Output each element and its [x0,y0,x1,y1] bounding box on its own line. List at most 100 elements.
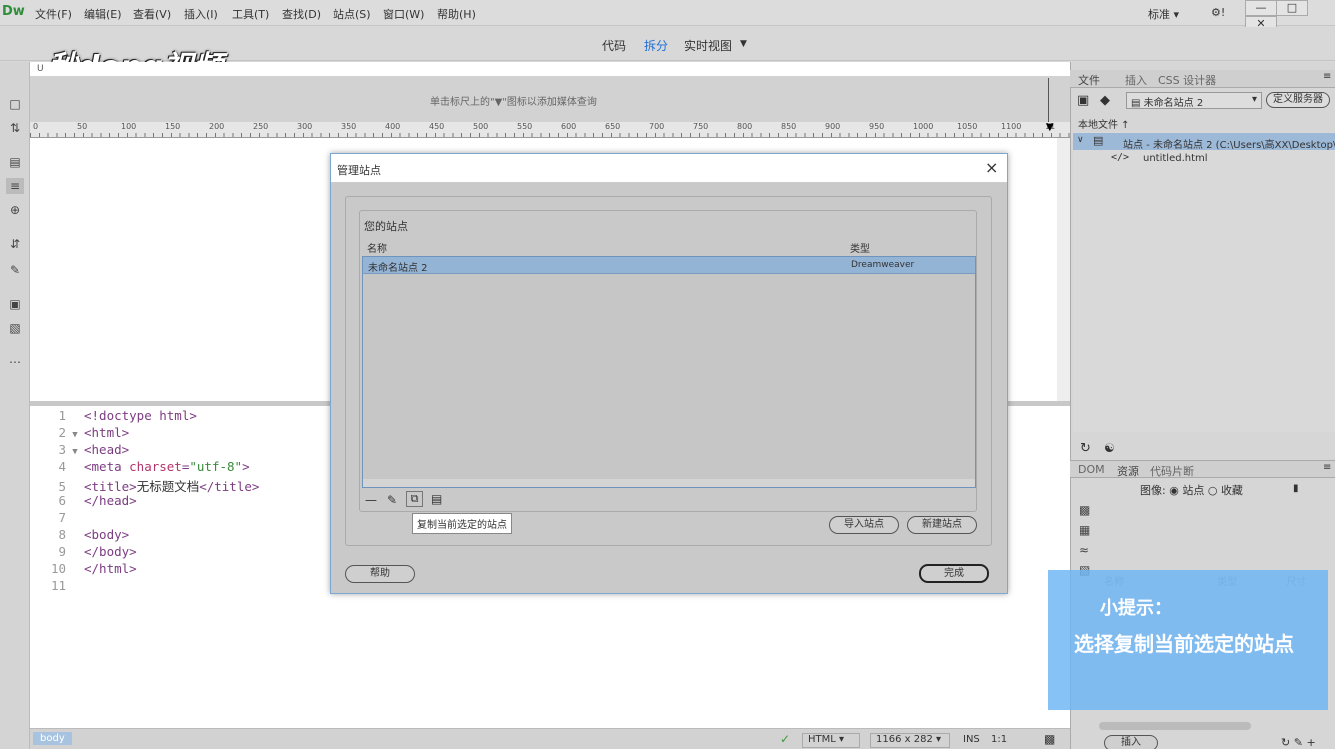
radio-favorites[interactable]: ○ [1208,484,1218,497]
code-line[interactable]: 1 <!doctype html> [30,408,196,425]
window-size-select[interactable]: 1166 x 282 ▾ [870,733,950,748]
tab-insert[interactable]: 插入 [1125,72,1147,88]
help-button[interactable]: 帮助 [345,565,415,583]
tree-row-file[interactable]: </> untitled.html [1073,151,1335,167]
code-line[interactable]: 4 <meta charset="utf-8"> [30,459,249,476]
fold-toggle-icon[interactable]: ▼ [66,430,84,440]
sites-col-name[interactable]: 名称 [367,240,387,255]
color-assets-icon[interactable]: ▦ [1079,520,1090,540]
assets-menu-icon[interactable]: ≡ [1323,462,1331,473]
menu-window[interactable]: 窗口(W) [383,6,424,22]
media-query-marker-icon[interactable]: ▼ [1046,122,1054,133]
new-document-icon[interactable]: □ [6,96,24,112]
settings-icon[interactable]: ⚙! [1211,6,1225,19]
tab-files[interactable]: 文件 [1078,72,1100,88]
menu-tools[interactable]: 工具(T) [232,6,269,22]
image-label: 图像: [1140,484,1166,497]
link-assets-icon[interactable]: ≈ [1079,540,1090,560]
menu-find[interactable]: 查找(D) [282,6,321,22]
refresh-icon[interactable]: ↻ [1080,441,1091,456]
globe-icon[interactable]: ☯ [1104,441,1115,455]
import-site-button[interactable]: 导入站点 [829,516,899,534]
radio-site[interactable]: ◉ [1169,484,1179,497]
live-view-dropdown-icon[interactable]: ▼ [740,39,747,49]
code-line[interactable]: 6 </head> [30,493,136,510]
brush-icon[interactable]: ✎ [6,262,24,278]
menu-file[interactable]: 文件(F) [35,6,72,22]
define-server-button[interactable]: 定义服务器 [1266,92,1330,108]
code-line[interactable]: 9 </body> [30,544,137,561]
asset-edit-icon[interactable]: ✎ [1294,736,1303,749]
format-code-icon[interactable]: ≡ [6,178,24,194]
media-query-bar[interactable]: 单击标尺上的"▼"图标以添加媒体查询 [30,76,1070,122]
done-button[interactable]: 完成 [919,564,989,583]
git-icon[interactable]: ◆ [1100,93,1110,108]
tab-snippets[interactable]: 代码片断 [1150,463,1194,479]
sort-icon[interactable]: ⇅ [6,120,24,136]
tree-expand-icon[interactable]: ∨ [1077,135,1084,145]
menu-site[interactable]: 站点(S) [333,6,371,22]
duplicate-site-icon[interactable]: ⧉ [406,491,423,507]
asset-add-icon[interactable]: + [1306,736,1315,749]
sites-list-scrollbar[interactable] [363,479,975,487]
assets-scrollbar[interactable] [1099,722,1251,730]
tab-assets[interactable]: 资源 [1117,463,1139,479]
tab-dom[interactable]: DOM [1078,463,1105,476]
line-number: 8 [58,527,66,542]
tree-row-site-root[interactable]: ∨ ▤ 站点 - 未命名站点 2 (C:\Users\高XX\Desktop\.… [1073,133,1335,151]
tag-selector-body[interactable]: body [33,732,72,745]
maximize-icon[interactable]: □ [1276,0,1308,16]
tab-css-designer[interactable]: CSS 设计器 [1158,72,1216,88]
valid-check-icon[interactable]: ✓ [780,732,790,746]
fold-toggle-icon[interactable]: ▼ [66,447,84,457]
live-view-button[interactable]: 实时视图 [684,37,732,54]
code-line[interactable]: 10 </html> [30,561,137,578]
insert-asset-button[interactable]: 插入 [1104,735,1158,749]
sites-col-type[interactable]: 类型 [850,240,870,255]
inspect-icon[interactable]: ▤ [6,154,24,170]
code-line[interactable]: 2 ▼ <html> [30,425,129,442]
panel-menu-icon[interactable]: ≡ [1323,71,1331,82]
sites-list[interactable]: 未命名站点 2 Dreamweaver [362,256,976,488]
more-tools-icon[interactable]: ⋯ [6,354,24,370]
snippet-icon[interactable]: ▧ [6,320,24,336]
image-assets-icon[interactable]: ▩ [1079,500,1090,520]
connect-icon[interactable]: ▣ [1077,93,1089,108]
workspace-switcher[interactable]: 标准 ▾ [1148,6,1179,22]
dialog-close-icon[interactable]: × [985,158,998,177]
code-line[interactable]: 11 [30,578,84,595]
ruler-tick-label: 950 [869,122,885,131]
asset-refresh-icon[interactable]: ↻ [1281,736,1290,749]
media-query-marker-line [1048,78,1049,122]
menu-insert[interactable]: 插入(I) [184,6,218,22]
document-type-select[interactable]: HTML ▾ [802,733,860,748]
target-icon[interactable]: ⊕ [6,202,24,218]
ruler-tick-label: 700 [649,122,665,131]
comment-icon[interactable]: ▣ [6,296,24,312]
local-files-header[interactable]: 本地文件 ↑ [1078,116,1130,131]
doc-tab-stub[interactable]: U [37,64,44,74]
export-site-icon[interactable]: ▤ [431,492,442,506]
line-number: 6 [58,493,66,508]
menu-help[interactable]: 帮助(H) [437,6,476,22]
code-line[interactable]: 5 <title>无标题文档</title> [30,476,259,494]
code-line[interactable]: 8 <body> [30,527,129,544]
code-line[interactable]: 7 [30,510,84,527]
menu-edit[interactable]: 编辑(E) [84,6,122,22]
site-row-selected[interactable]: 未命名站点 2 Dreamweaver [363,257,975,274]
edit-site-icon[interactable]: ✎ [387,493,397,507]
code-line[interactable]: 3 ▼ <head> [30,442,129,459]
site-select[interactable]: ▤ 未命名站点 2 ▾ [1126,92,1262,109]
menu-view[interactable]: 查看(V) [133,6,171,22]
preview-icon[interactable]: ▩ [1044,732,1055,746]
remove-site-icon[interactable]: — [365,493,377,507]
code-view-button[interactable]: 代码 [602,37,626,54]
expand-icon[interactable]: ⇵ [6,236,24,252]
design-scrollbar[interactable] [1057,138,1070,401]
new-site-button[interactable]: 新建站点 [907,516,977,534]
dialog-title: 管理站点 [337,164,381,177]
code-token: </body> [84,544,137,559]
minimize-icon[interactable]: — [1245,0,1277,16]
bookmark-icon[interactable]: ▮ [1293,483,1299,494]
split-view-button[interactable]: 拆分 [644,37,668,54]
